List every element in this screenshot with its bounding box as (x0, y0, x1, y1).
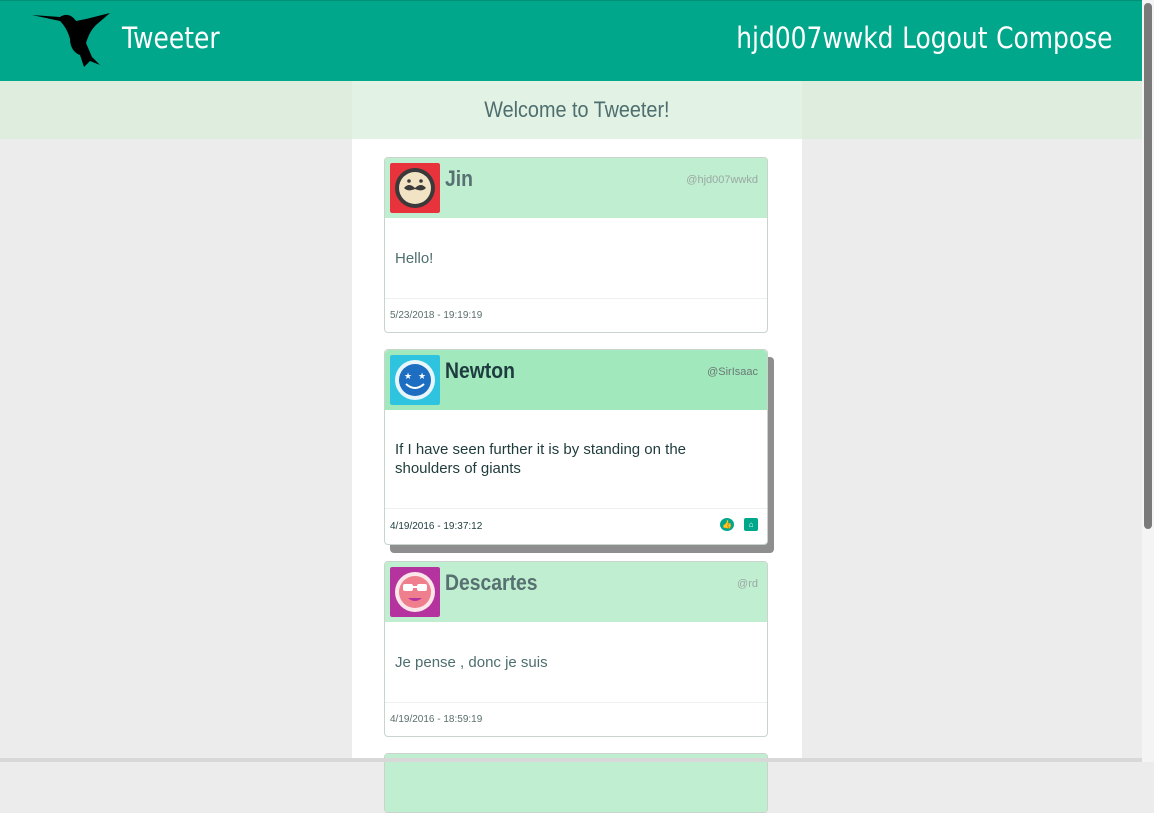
window-bottom-edge (0, 758, 1154, 762)
tweet-text: Je pense , donc je suis (395, 653, 548, 671)
author-name[interactable]: Newton (445, 358, 515, 384)
compose-link[interactable]: Compose (996, 21, 1112, 55)
brand-title[interactable]: Tweeter (122, 21, 220, 55)
tweet-footer: 4/19/2016 - 18:59:19 (385, 702, 767, 736)
logout-link[interactable]: Logout (902, 21, 987, 55)
nav-links: hjd007wwkd Logout Compose (727, 21, 1112, 55)
author-name[interactable]: Jin (445, 166, 473, 192)
tweet-card[interactable]: Jin @hjd007wwkd Hello! 5/23/2018 - 19:19… (384, 157, 768, 333)
tweet-timestamp: 4/19/2016 - 19:37:12 (390, 521, 483, 532)
sunglasses-face-icon (390, 567, 440, 617)
tweet-card[interactable]: ★ ★ Newton @SirIsaac If I have seen furt… (384, 349, 768, 545)
scrollbar[interactable] (1142, 0, 1154, 762)
tweet-header: ★ ★ Newton @SirIsaac (385, 350, 767, 410)
tweet-footer: 4/19/2016 - 19:37:12 👍 ⌂ (385, 508, 767, 544)
delete-icon[interactable]: ⌂ (744, 518, 758, 531)
like-icon[interactable]: 👍 (720, 518, 734, 531)
svg-text:★: ★ (404, 372, 412, 382)
navbar: Tweeter hjd007wwkd Logout Compose (0, 0, 1154, 81)
svg-text:★: ★ (418, 372, 426, 382)
author-name[interactable]: Descartes (445, 570, 538, 596)
mustache-face-icon (390, 163, 440, 213)
tweet-header: Jin @hjd007wwkd (385, 158, 767, 218)
tweet-text: If I have seen further it is by standing… (395, 441, 687, 477)
tweet-actions: 👍 ⌂ (720, 518, 758, 531)
tweet-header: Descartes @rd (385, 562, 767, 622)
tweet-text: Hello! (395, 249, 434, 267)
tweet-footer: 5/23/2018 - 19:19:19 (385, 298, 767, 332)
tweet-timestamp: 4/19/2016 - 18:59:19 (390, 714, 483, 725)
star-eyes-face-icon: ★ ★ (390, 355, 440, 405)
tweet-timestamp: 5/23/2018 - 19:19:19 (390, 310, 483, 321)
author-handle: @rd (737, 578, 758, 590)
scrollbar-thumb[interactable] (1144, 3, 1152, 529)
feed-column: Welcome to Tweeter! Jin @hjd007wwkd Hell… (352, 81, 802, 813)
welcome-text: Welcome to Tweeter! (484, 97, 670, 122)
author-handle: @SirIsaac (707, 366, 758, 378)
author-handle: @hjd007wwkd (686, 174, 758, 186)
hummingbird-icon[interactable] (30, 9, 114, 69)
tweet-card[interactable]: Descartes @rd Je pense , donc je suis 4/… (384, 561, 768, 737)
welcome-banner: Welcome to Tweeter! (352, 81, 802, 139)
tweet-card[interactable] (384, 753, 768, 813)
username-link[interactable]: hjd007wwkd (736, 21, 893, 55)
tweet-header (385, 754, 767, 812)
